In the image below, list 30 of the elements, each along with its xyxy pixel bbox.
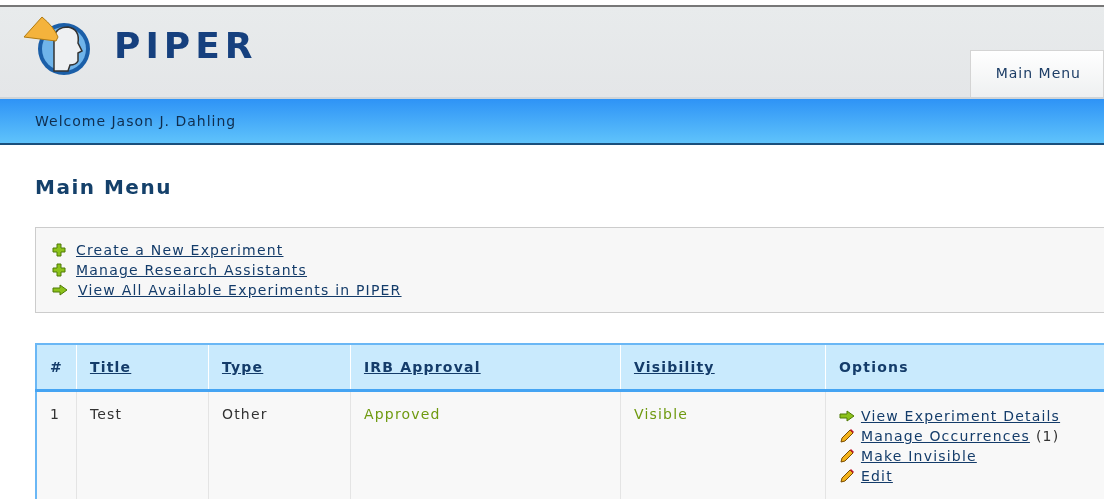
action-link[interactable]: Create a New Experiment: [76, 242, 284, 258]
sort-link[interactable]: Visibility: [633, 359, 715, 375]
column-title: Options: [838, 359, 909, 375]
plus-icon: [52, 263, 66, 277]
pencil-icon: [838, 468, 855, 484]
option-link[interactable]: Edit: [860, 468, 893, 484]
arrow-icon: [52, 284, 68, 296]
action-link[interactable]: View All Available Experiments in PIPER: [78, 282, 402, 298]
table-cell: 1: [36, 390, 77, 499]
nav-tab[interactable]: Main Menu: [969, 50, 1104, 97]
pencil-icon: [838, 448, 855, 464]
option-link[interactable]: View Experiment Details: [860, 408, 1061, 424]
table-cell: Visible: [620, 390, 826, 499]
sort-link[interactable]: Title: [89, 359, 132, 375]
table-cell: Approved: [350, 390, 621, 499]
logo-text: PIPER: [114, 24, 258, 66]
arrow-icon: [838, 410, 855, 422]
count-text: (1): [1035, 428, 1060, 444]
plus-icon: [52, 243, 66, 257]
action-link[interactable]: Manage Research Assistants: [76, 262, 307, 278]
option-link[interactable]: Manage Occurrences: [860, 428, 1030, 444]
table-cell: Test: [76, 390, 209, 499]
pencil-icon: [838, 428, 855, 444]
column-title: #: [50, 359, 63, 375]
welcome-text: Welcome Jason J. Dahling: [35, 113, 237, 129]
option-link[interactable]: Make Invisible: [860, 448, 977, 464]
sort-link[interactable]: IRB Approval: [363, 359, 481, 375]
sort-link[interactable]: Type: [221, 359, 264, 375]
page-title: Main Menu: [35, 175, 173, 199]
table-cell: Other: [208, 390, 351, 499]
